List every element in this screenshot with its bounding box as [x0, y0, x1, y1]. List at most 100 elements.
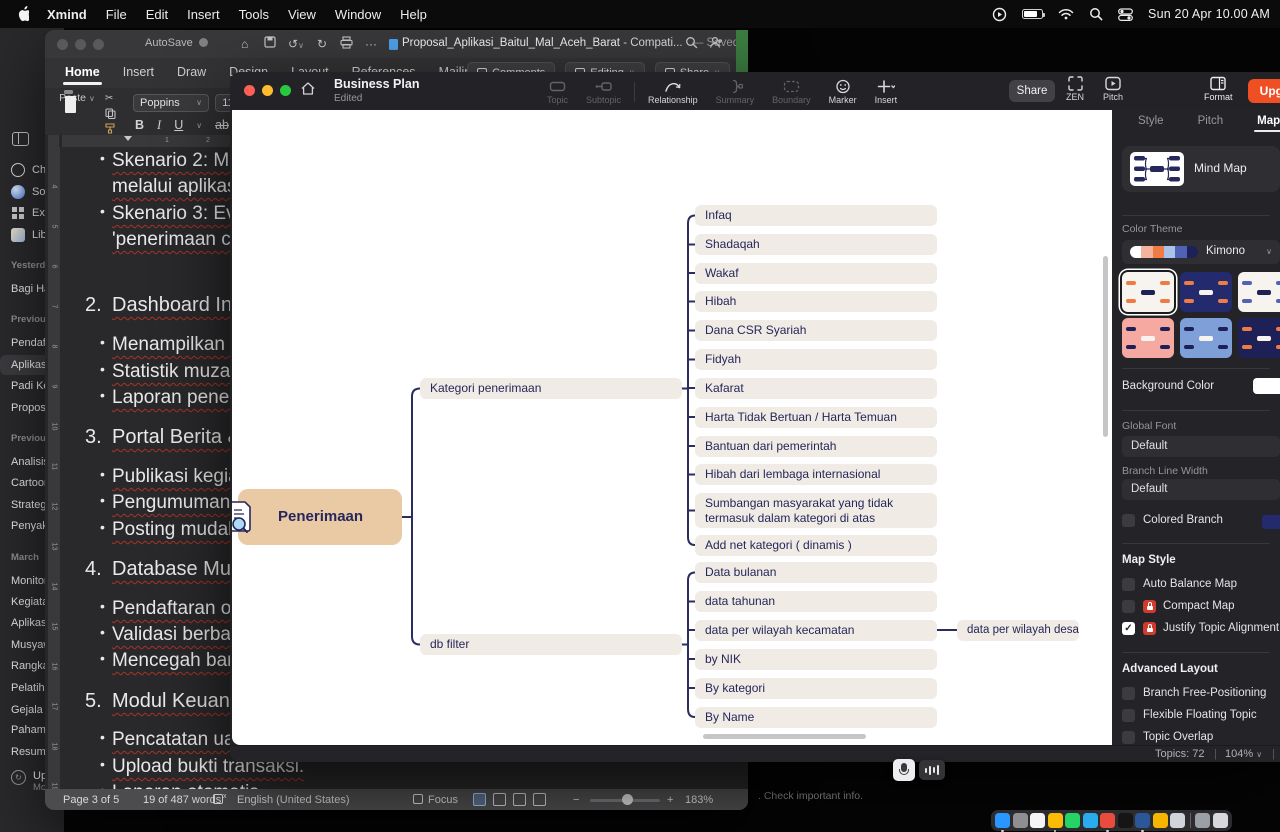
zoom-out-button[interactable]: −: [573, 794, 579, 806]
bold-button[interactable]: B: [135, 118, 144, 133]
redo-icon[interactable]: ↻: [317, 36, 327, 52]
dock-icon-downloads[interactable]: [1195, 813, 1210, 828]
theme-thumbnail[interactable]: [1122, 272, 1174, 312]
dock-icon-chrome[interactable]: [1048, 813, 1063, 828]
focus-toggle[interactable]: Focus: [413, 794, 458, 806]
dock-icon-xmind[interactable]: [1100, 813, 1115, 828]
subtopic[interactable]: Infaq: [695, 205, 937, 226]
cut-icon[interactable]: ✂: [105, 93, 116, 104]
zoom-slider[interactable]: [590, 799, 660, 802]
branch-topic[interactable]: db filter: [420, 634, 682, 655]
format-painter-icon[interactable]: [105, 123, 116, 134]
unchecked-checkbox[interactable]: [1122, 709, 1135, 722]
paste-button[interactable]: Paste ∨: [58, 92, 96, 104]
subtopic[interactable]: Kafarat: [695, 378, 937, 399]
subtopic[interactable]: Fidyah: [695, 349, 937, 370]
unchecked-checkbox[interactable]: [1122, 731, 1135, 744]
global-font-select[interactable]: Default: [1122, 436, 1280, 457]
language-indicator[interactable]: English (United States): [237, 794, 350, 806]
subtopic[interactable]: data per wilayah kecamatan: [695, 620, 937, 641]
subtopic[interactable]: Wakaf: [695, 263, 937, 284]
branch-line-width-select[interactable]: Default: [1122, 479, 1280, 500]
relationship-button[interactable]: Relationship: [639, 79, 707, 105]
word-zoom-button[interactable]: [93, 39, 104, 50]
word-count[interactable]: 19 of 487 words: [143, 794, 221, 806]
xmind-zoom-button[interactable]: [280, 85, 291, 96]
theme-thumbnail[interactable]: [1180, 272, 1232, 312]
home-icon[interactable]: ⌂: [241, 36, 248, 52]
tab-home[interactable]: Home: [65, 61, 100, 85]
dock-icon-telegram[interactable]: [1083, 813, 1098, 828]
theme-thumbnail[interactable]: [1238, 318, 1280, 358]
home-icon[interactable]: [300, 81, 316, 97]
unchecked-checkbox[interactable]: [1122, 687, 1135, 700]
menu-xmind[interactable]: Xmind: [47, 7, 87, 22]
subtopic[interactable]: data per wilayah desa: [957, 620, 1079, 641]
menu-edit[interactable]: Edit: [146, 7, 168, 22]
subtopic[interactable]: Add net kategori ( dinamis ): [695, 535, 937, 556]
italic-button[interactable]: I: [157, 118, 161, 133]
canvas-zoom-level[interactable]: 104% ∨: [1225, 748, 1262, 760]
menu-window[interactable]: Window: [335, 7, 381, 22]
draft-view-icon[interactable]: [533, 793, 546, 806]
branch-topic[interactable]: Kategori penerimaan: [420, 378, 682, 399]
ruler-tab-selector[interactable]: [48, 135, 60, 147]
web-layout-view-icon[interactable]: [493, 793, 506, 806]
subtopic[interactable]: Dana CSR Syariah: [695, 320, 937, 341]
strikethrough-button[interactable]: ab: [215, 118, 229, 133]
colored-branch-checkbox[interactable]: [1122, 514, 1135, 527]
theme-thumbnail[interactable]: [1180, 318, 1232, 358]
apple-menu-icon[interactable]: [16, 6, 29, 22]
horizontal-scrollbar[interactable]: [703, 734, 866, 739]
pitch-button[interactable]: Pitch: [1103, 76, 1123, 102]
zoom-in-button[interactable]: +: [667, 794, 673, 806]
dock-icon-keynote[interactable]: [1153, 813, 1168, 828]
zen-mode-button[interactable]: ZEN: [1066, 76, 1084, 102]
menu-insert[interactable]: Insert: [187, 7, 220, 22]
share-people-icon[interactable]: [709, 36, 723, 49]
unchecked-checkbox[interactable]: [1122, 600, 1135, 613]
zoom-percent[interactable]: 183%: [685, 794, 713, 806]
xmind-minimize-button[interactable]: [262, 85, 273, 96]
share-button[interactable]: Share: [1009, 80, 1055, 102]
screen-record-icon[interactable]: [992, 7, 1007, 22]
vertical-ruler[interactable]: 4567891011121314151617181920: [48, 147, 60, 789]
insert-button[interactable]: Insert: [866, 79, 907, 105]
theme-thumbnail[interactable]: [1238, 272, 1280, 312]
tab-draw[interactable]: Draw: [177, 61, 206, 85]
font-name-select[interactable]: Poppins∨: [133, 94, 209, 112]
subtopic[interactable]: by NIK: [695, 649, 937, 670]
dock-icon-settings[interactable]: [1013, 813, 1028, 828]
menu-bar-clock[interactable]: Sun 20 Apr 10.00 AM: [1148, 7, 1270, 21]
dictation-waveform-button[interactable]: [919, 760, 945, 780]
subtopic[interactable]: By Name: [695, 707, 937, 728]
background-color-swatch[interactable]: [1253, 378, 1280, 394]
menu-file[interactable]: File: [106, 7, 127, 22]
undo-icon[interactable]: ↺∨: [288, 36, 304, 54]
word-close-button[interactable]: [57, 39, 68, 50]
dock-icon-word[interactable]: [1135, 813, 1150, 828]
unchecked-checkbox[interactable]: [1122, 578, 1135, 591]
autosave-toggle[interactable]: AutoSave: [145, 37, 208, 49]
word-minimize-button[interactable]: [75, 39, 86, 50]
theme-thumbnail[interactable]: [1122, 318, 1174, 358]
vertical-scrollbar[interactable]: [1103, 256, 1108, 437]
marker-button[interactable]: Marker: [820, 79, 866, 105]
color-theme-select[interactable]: Kimono ∨: [1122, 240, 1280, 264]
subtopic[interactable]: Data bulanan: [695, 562, 937, 583]
copy-icon[interactable]: [105, 108, 116, 119]
sidebar-upgrade-item[interactable]: ↻ Up Mo: [11, 770, 47, 793]
page-indicator[interactable]: Page 3 of 5: [63, 794, 119, 806]
subtopic[interactable]: Hibah dari lembaga internasional: [695, 464, 937, 485]
dock-icon-photos[interactable]: [1030, 813, 1045, 828]
wifi-icon[interactable]: [1058, 8, 1074, 20]
print-icon[interactable]: [340, 36, 353, 49]
central-topic[interactable]: Penerimaan: [238, 489, 402, 545]
panel-tab-style[interactable]: Style: [1138, 115, 1164, 127]
sidebar-toggle-icon[interactable]: [12, 132, 29, 146]
panel-tab-map[interactable]: Map: [1257, 115, 1280, 127]
structure-card[interactable]: Mind Map: [1122, 146, 1280, 192]
spotlight-search-icon[interactable]: [1089, 7, 1103, 21]
more-icon[interactable]: ···: [365, 36, 377, 52]
outline-view-icon[interactable]: [513, 793, 526, 806]
